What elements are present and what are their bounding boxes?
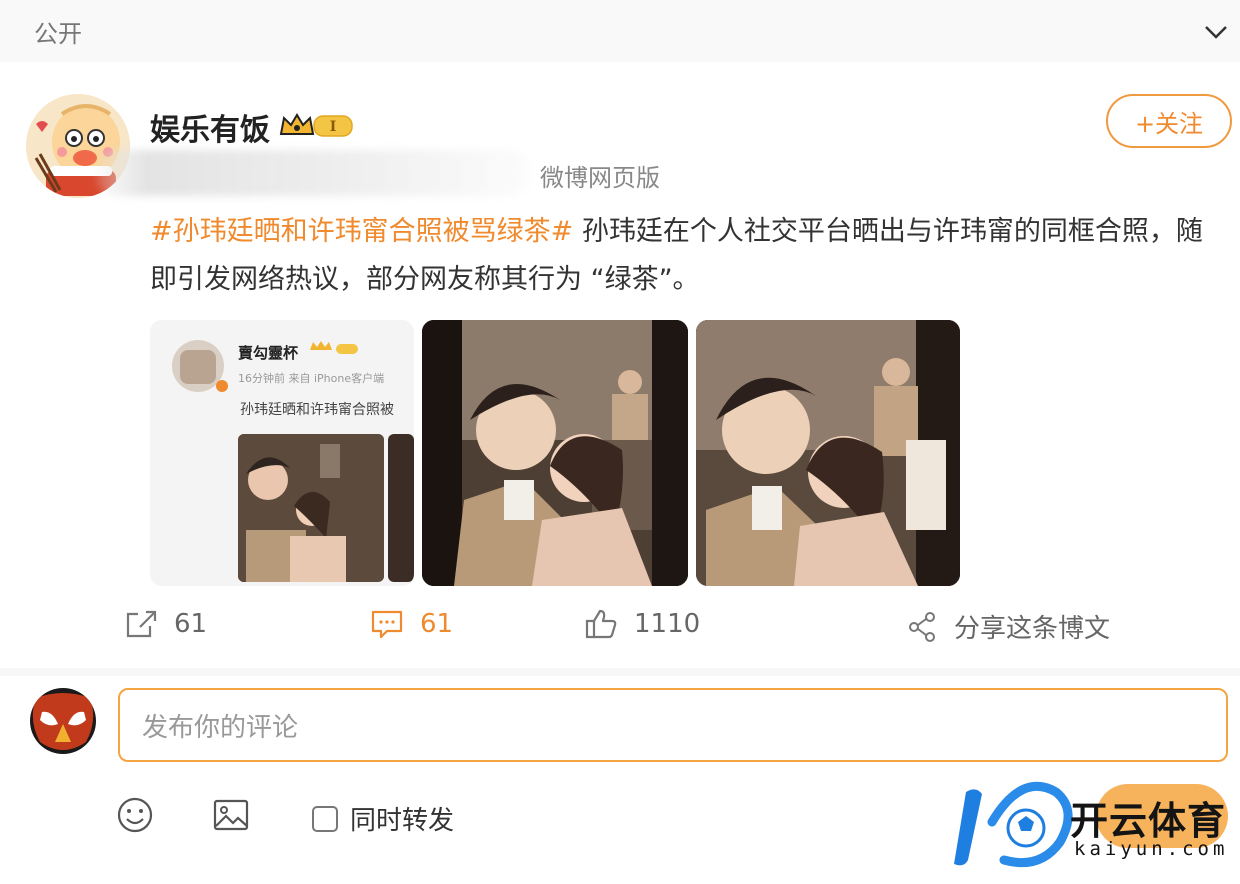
comment-button[interactable]: 61 (370, 608, 453, 640)
like-count: 1110 (634, 609, 701, 639)
image-upload-icon[interactable] (212, 796, 250, 834)
repost-button[interactable]: 61 (124, 608, 207, 640)
post-body: #孙玮廷晒和许玮甯合照被骂绿茶# 孙玮廷在个人社交平台晒出与许玮甯的同框合照，随… (150, 208, 1220, 304)
hashtag-link[interactable]: #孙玮廷晒和许玮甯合照被骂绿茶# (150, 216, 573, 247)
post-image-3[interactable] (696, 320, 960, 586)
embedded-meta: 16分钟前 来自 iPhone客户端 (238, 371, 384, 385)
comment-count: 61 (420, 609, 454, 639)
level-badge: I (330, 119, 337, 135)
follow-label: +关注 (1134, 109, 1204, 138)
comment-placeholder: 发布你的评论 (142, 712, 299, 743)
blurred-timestamp (96, 150, 530, 196)
post-source: 微博网页版 (540, 164, 660, 192)
current-user-avatar[interactable] (30, 688, 96, 754)
comment-input[interactable]: 发布你的评论 (118, 688, 1228, 762)
divider (0, 668, 1240, 676)
visibility-bar[interactable]: 公开 (0, 0, 1240, 62)
post-image-2[interactable] (422, 320, 688, 586)
post-image-1[interactable]: 賣勾靈杯 16分钟前 来自 iPhone客户端 孙玮廷晒和许玮甯合照被 (150, 320, 414, 586)
comment-icon (371, 610, 403, 639)
post-action-bar: 61 61 1110 分享这条博文 (0, 598, 1240, 658)
author-name[interactable]: 娱乐有饭 (150, 105, 270, 149)
share-button[interactable]: 分享这条博文 (908, 608, 1110, 645)
share-icon (909, 611, 935, 642)
watermark-en: kaiyun.com (1074, 838, 1229, 860)
watermark-cn: 开云体育 (1070, 799, 1227, 843)
member-crown-badge: I (279, 113, 353, 137)
repost-toggle-label: 同时转发 (350, 806, 455, 836)
like-button[interactable]: 1110 (584, 608, 700, 640)
share-label: 分享这条博文 (954, 614, 1111, 644)
repost-toggle[interactable]: 同时转发 (312, 800, 454, 837)
repost-checkbox[interactable] (312, 805, 338, 832)
embedded-text: 孙玮廷晒和许玮甯合照被 (240, 401, 394, 418)
thumbs-up-icon (585, 609, 617, 639)
repost-count: 61 (174, 609, 208, 639)
visibility-label: 公开 (34, 20, 82, 48)
embedded-author: 賣勾靈杯 (238, 344, 299, 362)
follow-button[interactable]: +关注 (1106, 94, 1232, 148)
chevron-down-icon[interactable] (1198, 14, 1234, 50)
repost-icon (126, 610, 157, 638)
emoji-icon[interactable] (116, 796, 154, 834)
